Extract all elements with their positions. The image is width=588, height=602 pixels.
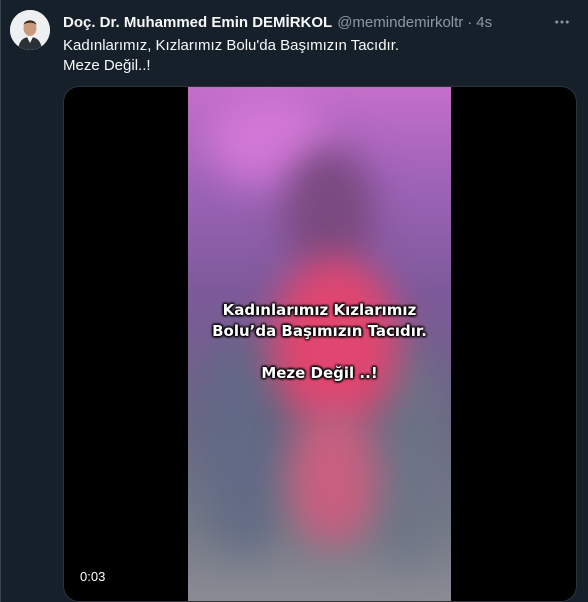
tweet-text-line-1: Kadınlarımız, Kızlarımız Bolu'da Başımız… [63,37,400,54]
video-caption-line-1: Kadınlarımız Kızlarımız [222,301,417,319]
tweet-text-line-2: Meze Değil..! [63,57,151,74]
video-caption-line-3: Meze Değil ..! [261,364,378,382]
more-icon-glyph [555,20,569,24]
blur-shape [288,407,378,547]
video-caption-line-2: Bolu’da Başımızın Tacıdır. [212,322,427,340]
video-frame: Kadınlarımız Kızlarımız Bolu’da Başımızı… [188,87,451,601]
video-caption: Kadınlarımız Kızlarımız Bolu’da Başımızı… [188,300,451,384]
tweet-timestamp[interactable]: 4s [476,14,492,31]
avatar[interactable] [10,10,50,50]
video-player[interactable]: Kadınlarımız Kızlarımız Bolu’da Başımızı… [63,86,577,602]
author-handle[interactable]: @memindemirkoltr [337,14,463,31]
more-icon[interactable] [550,10,574,34]
video-duration: 0:03 [80,569,106,584]
author-name[interactable]: Doç. Dr. Muhammed Emin DEMİRKOL [63,14,332,31]
avatar-image [10,10,50,50]
tweet[interactable]: Doç. Dr. Muhammed Emin DEMİRKOL @meminde… [0,0,588,602]
separator-dot: · [467,13,473,31]
tweet-header: Doç. Dr. Muhammed Emin DEMİRKOL @meminde… [63,12,573,32]
tweet-text: Kadınlarımız, Kızlarımız Bolu'da Başımız… [63,36,573,76]
